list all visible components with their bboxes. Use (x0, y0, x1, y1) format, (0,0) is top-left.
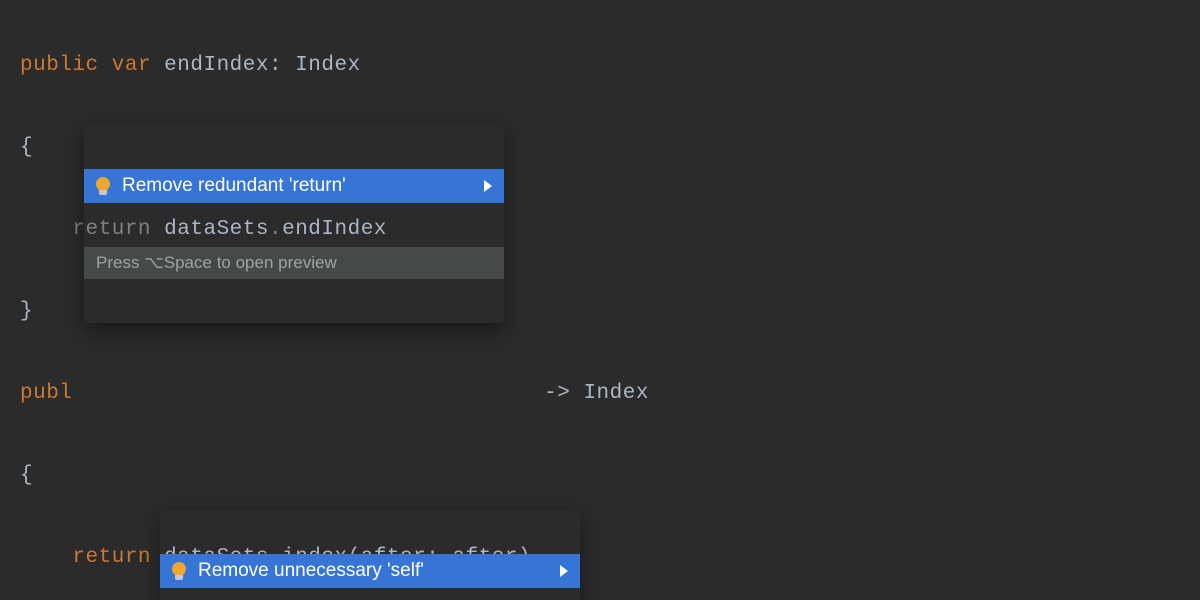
chevron-right-icon[interactable] (484, 180, 492, 192)
keyword-public-fragment: publ (20, 382, 72, 405)
type: Index (583, 382, 649, 405)
code-line: publ -> Index (20, 373, 1200, 414)
quick-fix-hint: Press ⌥Space to open preview (84, 247, 504, 279)
code-editor[interactable]: public var endIndex: Index { return data… (0, 0, 1200, 600)
quick-fix-popup-self: Remove unnecessary 'self' Press ⌥Space t… (160, 510, 580, 600)
colon: : (269, 54, 282, 77)
quick-fix-action-remove-return[interactable]: Remove redundant 'return' (84, 169, 504, 203)
keyword-var: var (112, 54, 151, 77)
code-line: public var endIndex: Index (20, 45, 1200, 86)
lightbulb-icon (94, 177, 112, 195)
quick-fix-popup-return: Remove redundant 'return' Press ⌥Space t… (84, 125, 504, 323)
quick-fix-action-remove-self[interactable]: Remove unnecessary 'self' (160, 554, 580, 588)
code-line: { (20, 455, 1200, 496)
quick-fix-action-label: Remove unnecessary 'self' (198, 560, 424, 582)
keyword-return: return (72, 546, 151, 569)
keyword-public: public (20, 54, 99, 77)
chevron-right-icon[interactable] (560, 565, 568, 577)
type: Index (295, 54, 361, 77)
brace-open: { (20, 136, 33, 159)
quick-fix-action-label: Remove redundant 'return' (122, 175, 346, 197)
lightbulb-icon (170, 562, 188, 580)
arrow: -> (544, 382, 570, 405)
identifier: endIndex (164, 54, 269, 77)
brace-open: { (20, 464, 33, 487)
brace-close: } (20, 300, 33, 323)
